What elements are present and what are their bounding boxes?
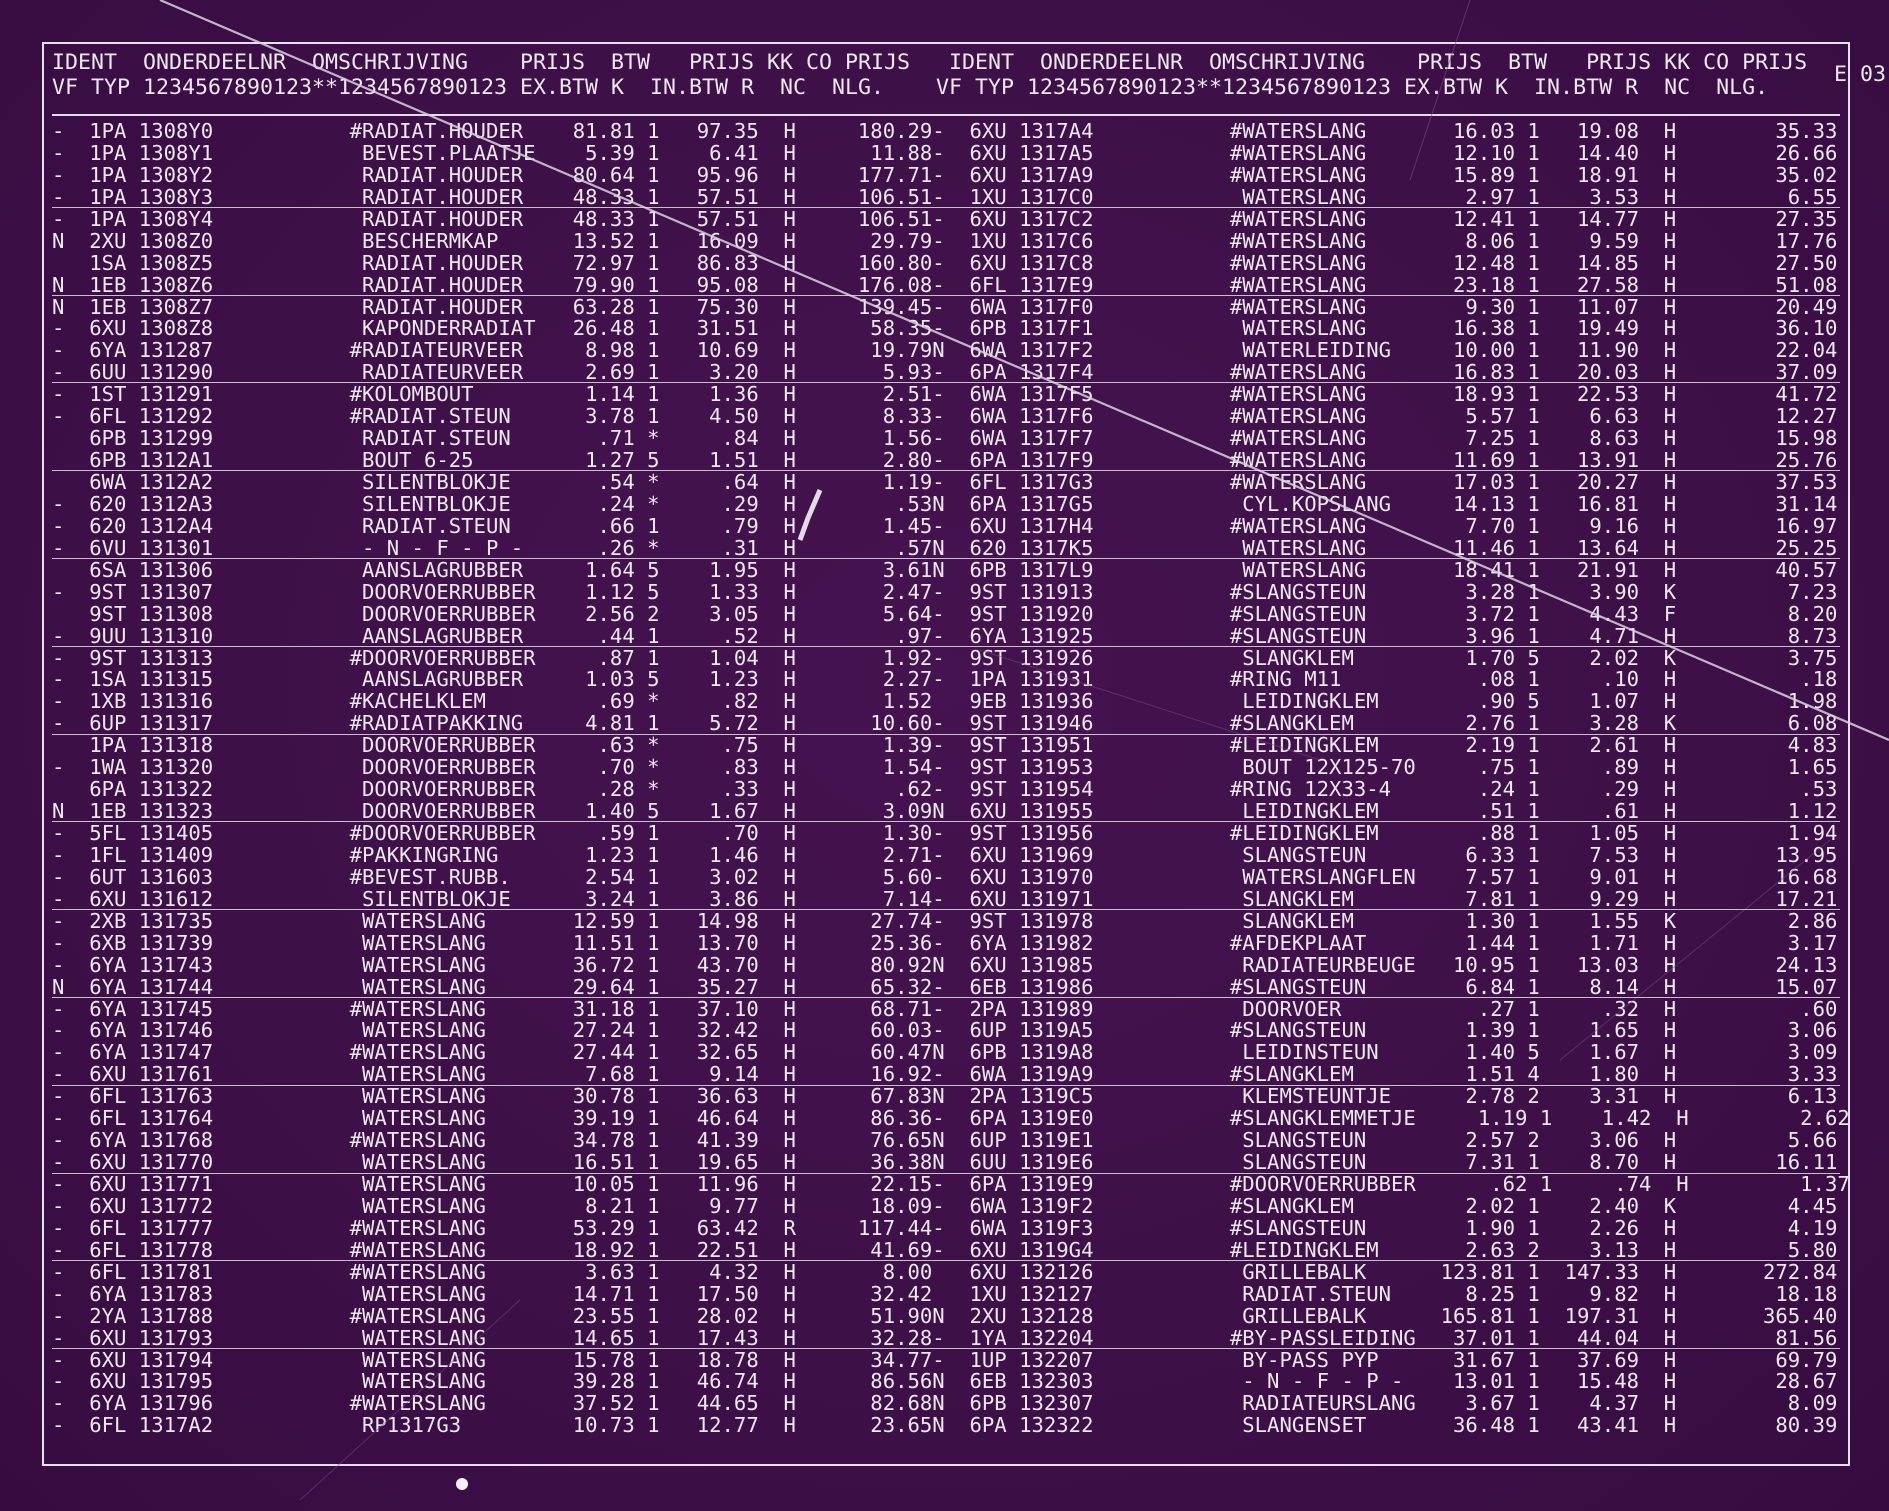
row-group-rule bbox=[52, 1348, 1840, 1350]
table-row: 6PA 131322 DOORVOERRUBBER .28 * .33 H .6… bbox=[52, 777, 1838, 802]
table-row: 6WA 1312A2 SILENTBLOKJE .54 * .64 H 1.19… bbox=[52, 470, 1838, 494]
table-row: - 6VU 131301 - N - F - P - .26 * .31 H .… bbox=[52, 535, 1838, 560]
row-group-rule bbox=[52, 1084, 1840, 1086]
page-code: E 03 bbox=[1834, 62, 1887, 87]
table-row: N 2XU 1308Z0 BESCHERMKAP 13.52 1 16.09 H… bbox=[52, 228, 1838, 253]
table-row: - 6XU 131795 WATERSLANG 39.28 1 46.74 H … bbox=[52, 1369, 1838, 1394]
table-row: - 1PA 1308Y2 RADIAT.HOUDER 80.64 1 95.96… bbox=[52, 162, 1838, 187]
table-row: - 6FL 131763 WATERSLANG 30.78 1 36.63 H … bbox=[52, 1084, 1838, 1109]
table-row: - 6XU 1308Z8 KAPONDERRADIAT 26.48 1 31.5… bbox=[52, 316, 1838, 341]
column-header-line-2: VF TYP 1234567890123**1234567890123 EX.B… bbox=[52, 75, 1769, 100]
table-row: N 6YA 131744 WATERSLANG 29.64 1 35.27 H … bbox=[52, 974, 1838, 999]
row-group-rule bbox=[52, 909, 1840, 911]
table-row: - 6FL 1317A2 RP1317G3 10.73 1 12.77 H 23… bbox=[52, 1413, 1838, 1438]
table-row: - 6XU 131770 WATERSLANG 16.51 1 19.65 H … bbox=[52, 1150, 1838, 1175]
table-row: - 1ST 131291 #KOLOMBOUT 1.14 1 1.36 H 2.… bbox=[52, 382, 1838, 407]
table-row: - 2XB 131735 WATERSLANG 12.59 1 14.98 H … bbox=[52, 908, 1838, 933]
table-row: - 6FL 131781 #WATERSLANG 3.63 1 4.32 H 8… bbox=[52, 1259, 1838, 1284]
table-row: - 6UU 131290 RADIATEURVEER 2.69 1 3.20 H… bbox=[52, 360, 1838, 385]
table-row: - 9ST 131307 DOORVOERRUBBER 1.12 5 1.33 … bbox=[52, 579, 1838, 604]
table-row: - 6YA 131746 WATERSLANG 27.24 1 32.42 H … bbox=[52, 1018, 1838, 1043]
table-row: - 6YA 131768 #WATERSLANG 34.78 1 41.39 H… bbox=[52, 1128, 1838, 1153]
table-row: - 1WA 131320 DOORVOERRUBBER .70 * .83 H … bbox=[52, 755, 1838, 780]
table-row: - 5FL 131405 #DOORVOERRUBBER .59 1 .70 H… bbox=[52, 821, 1838, 845]
table-row: - 6UT 131603 #BEVEST.RUBB. 2.54 1 3.02 H… bbox=[52, 864, 1838, 889]
table-row: - 6YA 131796 #WATERSLANG 37.52 1 44.65 H… bbox=[52, 1391, 1838, 1416]
table-row: - 6YA 131747 #WATERSLANG 27.44 1 32.65 H… bbox=[52, 1040, 1838, 1065]
table-row: - 6XU 131772 WATERSLANG 8.21 1 9.77 H 18… bbox=[52, 1193, 1838, 1218]
table-row: - 6FL 131764 WATERSLANG 39.19 1 46.64 H … bbox=[52, 1106, 1850, 1131]
table-row: - 1XB 131316 #KACHELKLEM .69 * .82 H 1.5… bbox=[52, 689, 1838, 714]
table-row: - 620 1312A3 SILENTBLOKJE .24 * .29 H .5… bbox=[52, 491, 1838, 516]
row-group-rule bbox=[52, 821, 1840, 823]
table-row: - 1FL 131409 #PAKKINGRING 1.23 1 1.46 H … bbox=[52, 842, 1838, 867]
table-row: 6PB 1312A1 BOUT 6-25 1.27 5 1.51 H 2.80-… bbox=[52, 448, 1838, 473]
table-row: - 1PA 1308Y3 RADIAT.HOUDER 48.33 1 57.51… bbox=[52, 184, 1838, 209]
table-row: N 1EB 1308Z7 RADIAT.HOUDER 63.28 1 75.30… bbox=[52, 294, 1838, 319]
row-group-rule bbox=[52, 733, 1840, 735]
table-row: - 6FL 131778 #WATERSLANG 18.92 1 22.51 H… bbox=[52, 1237, 1838, 1262]
table-row: 1PA 131318 DOORVOERRUBBER .63 * .75 H 1.… bbox=[52, 733, 1838, 758]
row-group-rule bbox=[52, 382, 1840, 384]
table-row: 6SA 131306 AANSLAGRUBBER 1.64 5 1.95 H 3… bbox=[52, 557, 1838, 582]
table-row: - 6YA 131745 #WATERSLANG 31.18 1 37.10 H… bbox=[52, 996, 1838, 1021]
table-row: - 2YA 131788 #WATERSLANG 23.55 1 28.02 H… bbox=[52, 1303, 1838, 1328]
row-group-rule bbox=[52, 470, 1840, 472]
table-row: 9ST 131308 DOORVOERRUBBER 2.56 2 3.05 H … bbox=[52, 601, 1838, 626]
table-row: - 9UU 131310 AANSLAGRUBBER .44 1 .52 H .… bbox=[52, 623, 1838, 648]
table-row: - 6YA 131287 #RADIATEURVEER 8.98 1 10.69… bbox=[52, 338, 1838, 363]
table-row: 1SA 1308Z5 RADIAT.HOUDER 72.97 1 86.83 H… bbox=[52, 250, 1838, 275]
table-row: - 6YA 131743 WATERSLANG 36.72 1 43.70 H … bbox=[52, 952, 1838, 977]
table-row: - 6XU 131793 WATERSLANG 14.65 1 17.43 H … bbox=[52, 1325, 1838, 1350]
table-row: - 6YA 131783 WATERSLANG 14.71 1 17.50 H … bbox=[52, 1281, 1838, 1306]
table-row: - 1PA 1308Y4 RADIAT.HOUDER 48.33 1 57.51… bbox=[52, 206, 1838, 231]
table-row: - 1PA 1308Y0 #RADIAT.HOUDER 81.81 1 97.3… bbox=[52, 119, 1838, 143]
row-group-rule bbox=[52, 645, 1840, 647]
table-row: - 9ST 131313 #DOORVOERRUBBER .87 1 1.04 … bbox=[52, 645, 1838, 670]
row-group-rule bbox=[52, 558, 1840, 559]
table-row: - 620 1312A4 RADIAT.STEUN .66 1 .79 H 1.… bbox=[52, 513, 1838, 538]
header-rule bbox=[52, 114, 1840, 116]
row-group-rule bbox=[52, 1260, 1840, 1262]
table-row: - 6FL 131292 #RADIAT.STEUN 3.78 1 4.50 H… bbox=[52, 404, 1838, 429]
row-group-rule bbox=[52, 1172, 1840, 1174]
table-row: N 1EB 131323 DOORVOERRUBBER 1.40 5 1.67 … bbox=[52, 799, 1838, 824]
table-row: - 6UP 131317 #RADIATPAKKING 4.81 1 5.72 … bbox=[52, 711, 1838, 736]
row-group-rule bbox=[52, 997, 1840, 998]
row-group-rule bbox=[52, 294, 1840, 296]
microfiche-sheet: IDENT ONDERDEELNR OMSCHRIJVING PRIJS BTW… bbox=[0, 0, 1889, 1511]
table-row: - 6FL 131777 #WATERSLANG 53.29 1 63.42 R… bbox=[52, 1215, 1838, 1240]
row-group-rule bbox=[52, 206, 1840, 208]
table-row: - 1PA 1308Y1 BEVEST.PLAATJE 5.39 1 6.41 … bbox=[52, 140, 1838, 165]
table-row: - 6XU 131771 WATERSLANG 10.05 1 11.96 H … bbox=[52, 1172, 1850, 1196]
table-row: N 1EB 1308Z6 RADIAT.HOUDER 79.90 1 95.08… bbox=[52, 272, 1838, 297]
table-row: - 6XB 131739 WATERSLANG 11.51 1 13.70 H … bbox=[52, 930, 1838, 955]
table-row: - 6XU 131761 WATERSLANG 7.68 1 9.14 H 16… bbox=[52, 1062, 1838, 1087]
parts-price-list: - 1PA 1308Y0 #RADIAT.HOUDER 81.81 1 97.3… bbox=[52, 119, 1850, 1438]
column-header-line-1: IDENT ONDERDEELNR OMSCHRIJVING PRIJS BTW… bbox=[52, 50, 1808, 75]
table-row: - 6XU 131794 WATERSLANG 15.78 1 18.78 H … bbox=[52, 1347, 1838, 1372]
table-row: - 6XU 131612 SILENTBLOKJE 3.24 1 3.86 H … bbox=[52, 886, 1838, 911]
table-row: - 1SA 131315 AANSLAGRUBBER 1.03 5 1.23 H… bbox=[52, 667, 1838, 692]
table-row: 6PB 131299 RADIAT.STEUN .71 * .84 H 1.56… bbox=[52, 426, 1838, 451]
